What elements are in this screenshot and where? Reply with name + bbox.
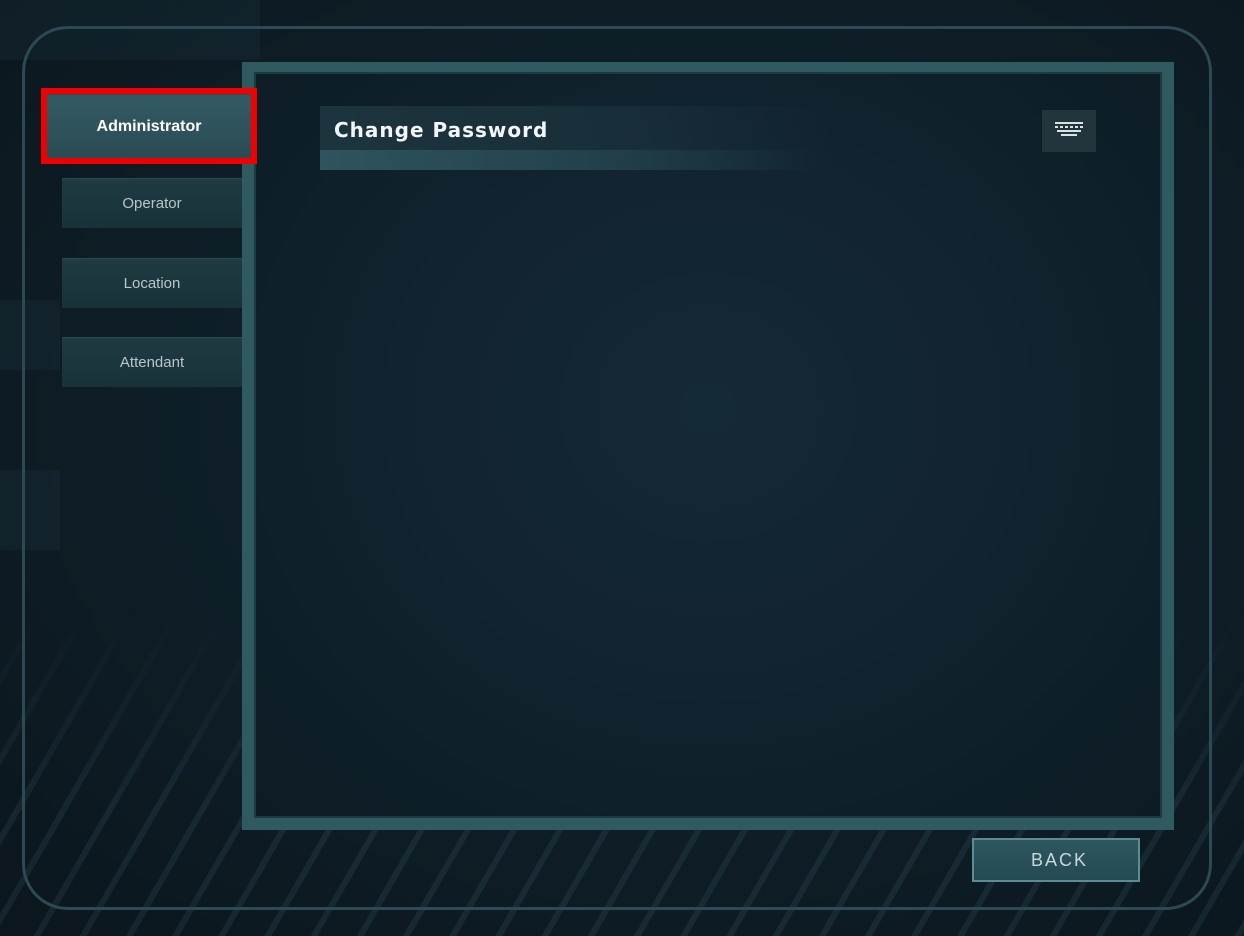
screen: Change Password Administrator Operator L… bbox=[0, 0, 1244, 936]
main-panel bbox=[242, 62, 1174, 830]
page-title: Change Password bbox=[334, 118, 549, 142]
back-button[interactable]: BACK bbox=[972, 838, 1140, 882]
tab-location[interactable]: Location bbox=[62, 258, 242, 308]
tab-label: Operator bbox=[122, 195, 182, 212]
back-button-label: BACK bbox=[1030, 849, 1088, 870]
tab-label: Location bbox=[123, 275, 181, 292]
tab-highlight bbox=[41, 88, 257, 164]
header-underline bbox=[320, 150, 820, 170]
keyboard-button[interactable] bbox=[1042, 110, 1096, 152]
tab-attendant[interactable]: Attendant bbox=[62, 337, 242, 387]
tab-label: Attendant bbox=[119, 354, 185, 371]
keyboard-icon bbox=[1054, 119, 1084, 144]
tab-operator[interactable]: Operator bbox=[62, 178, 242, 228]
